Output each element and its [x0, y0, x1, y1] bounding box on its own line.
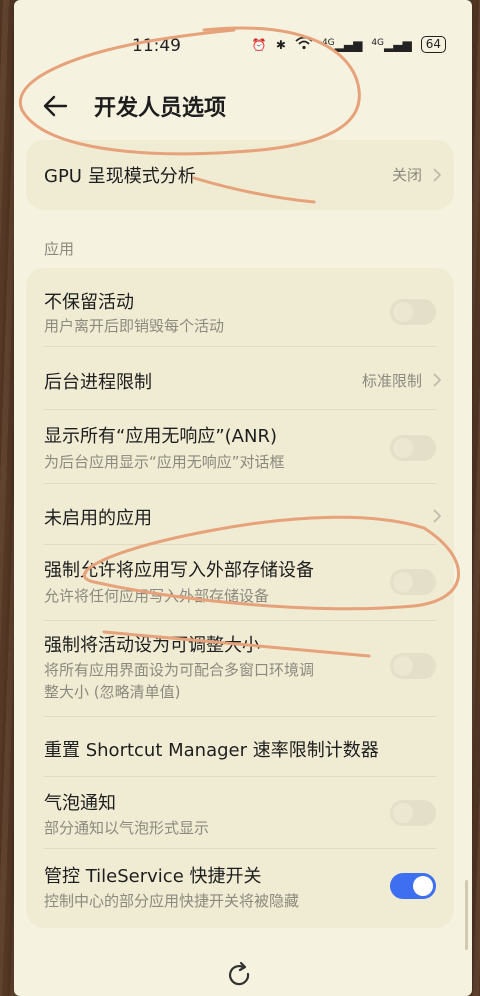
dont-keep-activities-row[interactable]: 不保留活动 用户离开后即销毁每个活动 — [26, 268, 454, 346]
item-description: 控制中心的部分应用快捷开关将被隐藏 — [44, 892, 300, 910]
dont-keep-activities-toggle[interactable] — [390, 299, 436, 325]
tileservice-control-toggle[interactable] — [390, 873, 436, 899]
chevron-right-icon — [433, 373, 442, 387]
item-label: 显示所有“应用无响应”(ANR) — [44, 426, 277, 447]
gpu-profiling-label: GPU 呈现模式分析 — [44, 166, 196, 187]
force-allow-external-storage-toggle[interactable] — [390, 569, 436, 595]
gpu-profiling-row[interactable]: GPU 呈现模式分析 关闭 — [26, 140, 454, 210]
item-description: 为后台应用显示“应用无响应”对话框 — [44, 453, 285, 471]
item-description: 部分通知以气泡形式显示 — [44, 819, 210, 837]
phone-screen: 11:49 ⏰ ✱ 4G▂▄▆ 4G▂▄▆ 64 开发人员选项 GPU 呈现模式… — [14, 0, 472, 996]
scrollbar[interactable] — [465, 880, 468, 950]
inactive-apps-row[interactable]: 未启用的应用 — [26, 484, 454, 546]
apps-card: 不保留活动 用户离开后即销毁每个活动 后台进程限制 标准限制 显示所有“应用无响… — [26, 268, 454, 928]
item-description: 用户离开后即销毁每个活动 — [44, 317, 225, 335]
background-process-limit-row[interactable]: 后台进程限制 标准限制 — [26, 347, 454, 409]
item-label: 重置 Shortcut Manager 速率限制计数器 — [44, 740, 379, 761]
back-button[interactable] — [38, 88, 74, 124]
toggle-knob — [393, 572, 413, 592]
status-bar: 11:49 ⏰ ✱ 4G▂▄▆ 4G▂▄▆ 64 — [14, 0, 472, 56]
force-allow-external-storage-row[interactable]: 强制允许将应用写入外部存储设备 允许将任何应用写入外部存储设备 — [26, 545, 454, 623]
section-title-apps: 应用 — [44, 240, 75, 258]
item-label: 不保留活动 — [44, 292, 134, 313]
bluetooth-icon: ✱ — [275, 37, 286, 52]
gpu-card: GPU 呈现模式分析 关闭 — [26, 140, 454, 210]
tileservice-control-row[interactable]: 管控 TileService 快捷开关 控制中心的部分应用快捷开关将被隐藏 — [26, 849, 454, 928]
back-arrow-icon — [43, 95, 68, 117]
network-label-1: 4G — [321, 37, 335, 48]
item-description: 将所有应用界面设为可配合多窗口环境调 — [44, 661, 315, 679]
bubbles-toggle[interactable] — [390, 800, 436, 826]
toggle-knob — [393, 438, 413, 458]
status-time: 11:49 — [132, 36, 181, 56]
item-label: 后台进程限制 — [44, 372, 152, 393]
toggle-knob — [393, 803, 413, 823]
battery-icon: 64 — [420, 36, 446, 53]
item-label: 强制允许将应用写入外部存储设备 — [44, 560, 314, 581]
wifi-icon — [295, 36, 313, 53]
signal-icon-1: 4G▂▄▆ — [321, 37, 363, 52]
force-resizable-activities-row[interactable]: 强制将活动设为可调整大小 将所有应用界面设为可配合多窗口环境调 整大小 (忽略清… — [26, 621, 454, 717]
item-label: 强制将活动设为可调整大小 — [44, 635, 260, 656]
chevron-right-icon — [433, 509, 442, 523]
item-description: 允许将任何应用写入外部存储设备 — [44, 587, 270, 605]
signal-icon-2: 4G▂▄▆ — [371, 37, 412, 52]
alarm-icon: ⏰ — [251, 37, 267, 52]
chevron-right-icon — [433, 168, 442, 182]
page-title: 开发人员选项 — [94, 96, 227, 121]
toggle-knob — [393, 302, 413, 322]
bubbles-row[interactable]: 气泡通知 部分通知以气泡形式显示 — [26, 777, 454, 849]
item-label: 气泡通知 — [44, 793, 116, 814]
refresh-icon[interactable] — [224, 960, 254, 990]
item-label: 管控 TileService 快捷开关 — [44, 866, 262, 887]
show-all-anrs-row[interactable]: 显示所有“应用无响应”(ANR) 为后台应用显示“应用无响应”对话框 — [26, 410, 454, 488]
reset-shortcut-manager-row[interactable]: 重置 Shortcut Manager 速率限制计数器 — [26, 717, 454, 777]
gpu-profiling-value: 关闭 — [391, 166, 422, 184]
toggle-knob — [413, 876, 433, 896]
item-description-line2: 整大小 (忽略清单值) — [44, 683, 181, 701]
show-all-anrs-toggle[interactable] — [390, 435, 436, 461]
item-label: 未启用的应用 — [44, 508, 152, 529]
toggle-knob — [393, 656, 413, 676]
page-header: 开发人员选项 — [14, 82, 472, 130]
network-label-2: 4G — [371, 37, 385, 48]
status-icons: ⏰ ✱ 4G▂▄▆ 4G▂▄▆ 64 — [252, 36, 446, 53]
item-value: 标准限制 — [361, 372, 422, 390]
force-resizable-activities-toggle[interactable] — [390, 653, 436, 679]
